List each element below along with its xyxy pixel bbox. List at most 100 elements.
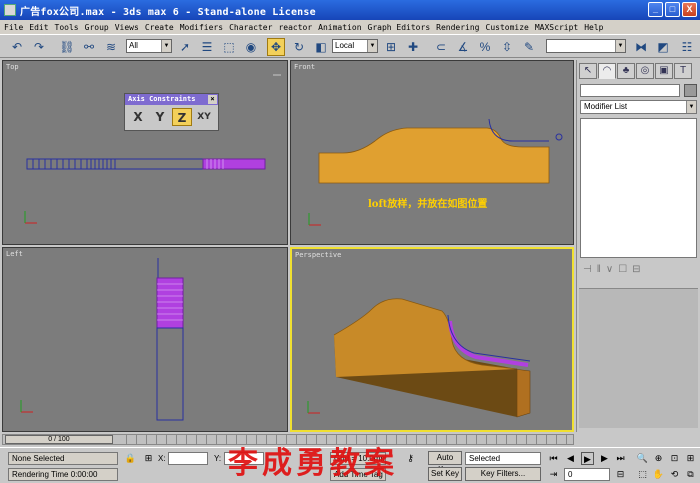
menu-file[interactable]: File (4, 23, 23, 32)
pan-icon[interactable]: ✋ (652, 468, 665, 481)
create-tab-icon[interactable]: ↖ (579, 63, 597, 79)
menu-customize[interactable]: Customize (486, 23, 529, 32)
axis-constraints-title: Axis Constraints (128, 95, 196, 103)
make-unique-icon[interactable]: ∨ (606, 264, 613, 275)
zoom-all-icon[interactable]: ⊕ (652, 452, 665, 465)
menu-tools[interactable]: Tools (55, 23, 79, 32)
command-panel: ↖ ◠ ♣ ◎ ▣ T Modifier List ▼ ⊣ ‖ ∨ ☐ ⊟ (576, 60, 700, 432)
menu-character[interactable]: Character (229, 23, 272, 32)
axis-constraints-header[interactable]: Axis Constraints × (125, 94, 218, 105)
select-rotate-icon[interactable]: ↻ (290, 38, 308, 56)
menu-graph-editors[interactable]: Graph Editors (368, 23, 431, 32)
pin-stack-icon[interactable]: ⊣ (583, 264, 592, 275)
display-tab-icon[interactable]: ▣ (655, 63, 673, 79)
axis-xy-button[interactable]: XY (194, 108, 214, 126)
auto-key-button[interactable]: Auto Key (428, 451, 462, 474)
redo-icon[interactable]: ↷ (30, 38, 48, 56)
close-icon[interactable]: × (208, 95, 217, 104)
edit-named-selection-icon[interactable]: ✎ (520, 38, 538, 56)
menu-edit[interactable]: Edit (29, 23, 48, 32)
modify-tab-icon[interactable]: ◠ (598, 63, 616, 79)
chevron-down-icon: ▼ (367, 40, 377, 52)
unlink-icon[interactable]: ⚯ (80, 38, 98, 56)
menu-reactor[interactable]: reactor (278, 23, 312, 32)
select-by-name-icon[interactable]: ☰ (198, 38, 216, 56)
go-to-end-icon[interactable]: ⏭ (614, 452, 627, 465)
key-mode-icon[interactable]: ⚷ (404, 452, 417, 465)
key-mode-toggle-icon[interactable]: ⇥ (547, 468, 560, 481)
menu-maxscript[interactable]: MAXScript (535, 23, 578, 32)
previous-frame-icon[interactable]: ◀ (564, 452, 577, 465)
arc-rotate-icon[interactable]: ⟲ (668, 468, 681, 481)
window-crossing-icon[interactable]: ◉ (242, 38, 260, 56)
go-to-start-icon[interactable]: ⏮ (547, 452, 560, 465)
close-button[interactable]: X (682, 2, 697, 17)
menu-help[interactable]: Help (584, 23, 603, 32)
viewport-perspective[interactable]: Perspective (290, 247, 574, 432)
time-configuration-icon[interactable]: ⊟ (614, 468, 627, 481)
absolute-mode-icon[interactable]: ⊞ (142, 452, 155, 465)
axis-tripod (20, 400, 33, 413)
utilities-tab-icon[interactable]: T (674, 63, 692, 79)
remove-modifier-icon[interactable]: ☐ (618, 264, 627, 275)
region-zoom-icon[interactable]: ⬚ (636, 468, 649, 481)
time-slider-thumb[interactable]: 0 / 100 (5, 435, 113, 444)
motion-tab-icon[interactable]: ◎ (636, 63, 654, 79)
axis-x-button[interactable]: X (128, 108, 148, 126)
viewport-top[interactable]: Top (2, 60, 288, 245)
zoom-extents-icon[interactable]: ⊡ (668, 452, 681, 465)
rectangular-selection-icon[interactable]: ⬚ (220, 38, 238, 56)
axis-z-button[interactable]: Z (172, 108, 192, 126)
percent-snap-icon[interactable]: % (476, 38, 494, 56)
modifier-list-dropdown[interactable]: Modifier List ▼ (580, 100, 697, 114)
snap-toggle-icon[interactable]: ⊂ (432, 38, 450, 56)
menu-views[interactable]: Views (115, 23, 139, 32)
zoom-icon[interactable]: 🔍 (636, 452, 649, 465)
configure-modifier-sets-icon[interactable]: ⊟ (632, 264, 640, 275)
modifier-stack[interactable] (580, 118, 697, 258)
hierarchy-tab-icon[interactable]: ♣ (617, 63, 635, 79)
viewport-left[interactable]: Left (2, 247, 288, 432)
show-end-result-icon[interactable]: ‖ (597, 264, 601, 275)
next-frame-icon[interactable]: ▶ (598, 452, 611, 465)
play-icon[interactable]: ▶ (581, 452, 594, 465)
object-name-field[interactable] (580, 84, 680, 97)
object-color-swatch[interactable] (684, 84, 697, 97)
named-selection-dropdown[interactable]: ▼ (546, 39, 626, 53)
select-object-icon[interactable]: ➚ (176, 38, 194, 56)
align-icon[interactable]: ◩ (654, 38, 672, 56)
zoom-extents-all-icon[interactable]: ⊞ (684, 452, 697, 465)
select-manipulate-icon[interactable]: ✚ (404, 38, 422, 56)
select-scale-icon[interactable]: ◧ (312, 38, 330, 56)
key-filters-button[interactable]: Key Filters... (465, 467, 541, 481)
maximize-button[interactable]: □ (665, 2, 680, 17)
title-bar: 广告fox公司.max - 3ds max 6 - Stand-alone Li… (0, 0, 700, 20)
viewport-front[interactable]: Front (290, 60, 574, 245)
current-frame-field[interactable]: 0 (564, 468, 610, 481)
maximize-viewport-icon[interactable]: ⧉ (684, 468, 697, 481)
pivot-center-icon[interactable]: ⊞ (382, 38, 400, 56)
menu-modifiers[interactable]: Modifiers (180, 23, 223, 32)
x-label: X: (158, 454, 166, 463)
x-coordinate-field[interactable] (168, 452, 208, 465)
mirror-icon[interactable]: ⧓ (632, 38, 650, 56)
select-link-icon[interactable]: ⛓ (58, 38, 76, 56)
layer-manager-icon[interactable]: ☷ (678, 38, 696, 56)
axis-y-button[interactable]: Y (150, 108, 170, 126)
lock-icon[interactable]: 🔒 (124, 452, 137, 465)
set-key-button[interactable]: Set Key (428, 467, 462, 481)
bind-space-warp-icon[interactable]: ≋ (102, 38, 120, 56)
undo-icon[interactable]: ↶ (8, 38, 26, 56)
selection-filter-dropdown[interactable]: All ▼ (126, 39, 172, 53)
spinner-snap-icon[interactable]: ⇳ (498, 38, 516, 56)
reference-coordinate-dropdown[interactable]: Local ▼ (332, 39, 378, 53)
menu-rendering[interactable]: Rendering (436, 23, 479, 32)
menu-group[interactable]: Group (85, 23, 109, 32)
minimize-button[interactable]: _ (648, 2, 663, 17)
angle-snap-icon[interactable]: ∡ (454, 38, 472, 56)
select-move-icon[interactable]: ✥ (267, 38, 285, 56)
menu-animation[interactable]: Animation (318, 23, 361, 32)
menu-create[interactable]: Create (145, 23, 174, 32)
chevron-down-icon: ▼ (686, 101, 696, 113)
selected-dropdown[interactable]: Selected (465, 452, 541, 465)
